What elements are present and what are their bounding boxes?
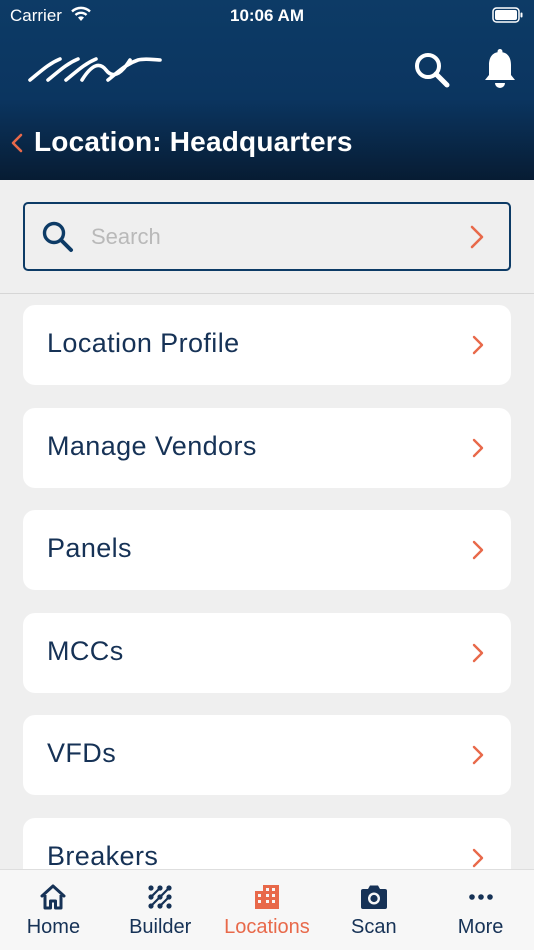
chevron-right-icon[interactable] bbox=[469, 225, 485, 249]
tab-label: Scan bbox=[350, 916, 397, 938]
page-title: Location: Headquarters bbox=[34, 126, 353, 157]
building-icon bbox=[254, 885, 279, 909]
search-box[interactable] bbox=[23, 202, 511, 271]
camera-icon bbox=[360, 885, 387, 909]
chevron-right-icon bbox=[472, 540, 484, 560]
search-icon bbox=[42, 221, 73, 252]
list-item-manage-vendors[interactable]: Manage Vendors bbox=[23, 407, 511, 488]
search-section bbox=[0, 180, 534, 294]
search-input[interactable] bbox=[91, 218, 451, 256]
list-item-label: VFDs bbox=[47, 738, 117, 768]
search-icon[interactable] bbox=[412, 50, 452, 90]
tab-label: Locations bbox=[224, 916, 310, 938]
more-icon bbox=[468, 894, 493, 900]
list-item-label: Location Profile bbox=[47, 328, 240, 358]
header: Carrier 10:06 AM Location: Headquarters bbox=[0, 0, 534, 180]
back-icon[interactable] bbox=[10, 133, 24, 153]
list-item-label: Panels bbox=[47, 533, 132, 563]
tab-more[interactable]: More bbox=[427, 870, 534, 950]
brand-logo bbox=[28, 57, 162, 82]
status-bar: Carrier 10:06 AM bbox=[0, 0, 534, 32]
list-item-mccs[interactable]: MCCs bbox=[23, 612, 511, 693]
tab-label: Builder bbox=[129, 916, 192, 938]
home-icon bbox=[40, 884, 66, 910]
list-item-label: Manage Vendors bbox=[47, 430, 257, 461]
list-item-vfds[interactable]: VFDs bbox=[23, 715, 511, 795]
tab-label: Home bbox=[26, 916, 81, 938]
list-item-panels[interactable]: Panels bbox=[23, 510, 511, 590]
tab-scan[interactable]: Scan bbox=[320, 870, 427, 950]
tab-builder[interactable]: Builder bbox=[107, 870, 214, 950]
chevron-right-icon bbox=[472, 335, 484, 355]
chevron-right-icon bbox=[472, 848, 484, 867]
tab-label: More bbox=[457, 916, 504, 938]
tab-locations[interactable]: Locations bbox=[214, 870, 321, 950]
tab-home[interactable]: Home bbox=[0, 870, 107, 950]
builder-icon bbox=[148, 885, 172, 909]
menu-list: Location Profile Manage Vendors Panels M… bbox=[23, 305, 511, 920]
chevron-right-icon bbox=[472, 745, 484, 765]
bell-icon[interactable] bbox=[482, 48, 518, 90]
list-item-label: MCCs bbox=[47, 635, 124, 666]
list-item-label: Breakers bbox=[47, 840, 159, 871]
chevron-right-icon bbox=[472, 643, 484, 662]
chevron-right-icon bbox=[472, 438, 484, 457]
list-item-location-profile[interactable]: Location Profile bbox=[23, 305, 511, 385]
tab-bar: Home Builder Locations Scan More bbox=[0, 869, 534, 950]
battery-icon bbox=[492, 7, 523, 23]
status-time: 10:06 AM bbox=[229, 6, 304, 25]
